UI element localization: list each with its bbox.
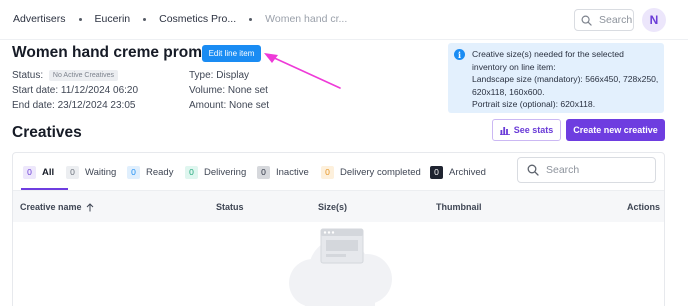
tab-all[interactable]: 0 All	[23, 166, 54, 179]
start-date-value: 11/12/2024 06:20	[60, 85, 139, 96]
amount-row: Amount: None set	[189, 100, 269, 111]
start-date-row: Start date: 11/12/2024 06:20	[12, 85, 138, 96]
end-date-label: End date:	[12, 100, 55, 111]
column-label: Creative name	[20, 202, 82, 212]
tab-label: Archived	[449, 167, 486, 178]
tab-label: Ready	[146, 167, 174, 178]
info-text: Creative size(s) needed for the selected…	[472, 48, 660, 111]
tab-count: 0	[23, 166, 36, 179]
bar-chart-icon	[499, 127, 510, 135]
top-search-placeholder: Search	[599, 14, 633, 26]
breadcrumb-advertisers[interactable]: Advertisers	[13, 13, 66, 25]
top-bar: Advertisers Eucerin Cosmetics Pro... Wom…	[0, 0, 688, 40]
end-date-value: 23/12/2024 23:05	[57, 100, 136, 111]
annotation-arrow-icon	[264, 53, 341, 89]
tab-count: 0	[321, 166, 334, 179]
column-creative-name[interactable]: Creative name	[20, 202, 94, 212]
see-stats-label: See stats	[513, 125, 554, 135]
tab-label: Delivery completed	[340, 167, 421, 178]
tab-count: 0	[257, 166, 270, 179]
info-line: Landscape size (mandatory): 566x450, 728…	[472, 74, 659, 84]
tab-waiting[interactable]: 0 Waiting	[66, 166, 116, 179]
info-line: Creative size(s) needed for the selected	[472, 49, 624, 59]
breadcrumb-separator	[78, 17, 82, 21]
tab-delivery-completed[interactable]: 0 Delivery completed	[321, 166, 421, 179]
tab-archived[interactable]: 0 Archived	[430, 166, 486, 179]
breadcrumb-advertiser[interactable]: Eucerin	[95, 13, 131, 25]
tab-label: Inactive	[276, 167, 309, 178]
user-avatar[interactable]: N	[642, 8, 666, 32]
tab-count: 0	[66, 166, 79, 179]
tab-count: 0	[430, 166, 443, 179]
start-date-label: Start date:	[12, 85, 59, 96]
tab-label: Delivering	[204, 167, 247, 178]
creatives-search-placeholder: Search	[546, 164, 580, 176]
page-title: Women hand creme promo	[12, 44, 212, 61]
breadcrumb-separator	[143, 17, 147, 21]
top-search-input[interactable]: Search	[574, 9, 634, 31]
column-actions: Actions	[627, 202, 661, 212]
breadcrumb: Advertisers Eucerin Cosmetics Pro... Wom…	[13, 13, 347, 25]
breadcrumb-separator	[249, 17, 253, 21]
column-sizes: Size(s)	[318, 202, 348, 212]
tab-count: 0	[185, 166, 198, 179]
tab-label: Waiting	[85, 167, 117, 178]
end-date-row: End date: 23/12/2024 23:05	[12, 100, 135, 111]
status-row: Status: No Active Creatives	[12, 70, 119, 81]
tab-delivering[interactable]: 0 Delivering	[185, 166, 246, 179]
type-row: Type: Display	[189, 70, 249, 81]
sort-ascending-icon	[86, 202, 93, 211]
tab-inactive[interactable]: 0 Inactive	[257, 166, 309, 179]
info-line: Portrait size (optional): 620x118.	[472, 99, 596, 109]
see-stats-button[interactable]: See stats	[492, 119, 561, 141]
info-line: 620x118, 160x600.	[472, 86, 545, 97]
search-icon	[527, 164, 539, 176]
status-label: Status:	[12, 70, 44, 81]
tab-label: All	[42, 167, 55, 178]
amount-label: Amount:	[189, 100, 227, 111]
volume-value: None set	[227, 85, 268, 96]
tab-count: 0	[127, 166, 140, 179]
type-value: Display	[216, 70, 250, 81]
column-thumbnail: Thumbnail	[436, 202, 482, 212]
empty-state-illustration-icon	[289, 228, 392, 306]
amount-value: None set	[229, 100, 270, 111]
tab-ready[interactable]: 0 Ready	[127, 166, 173, 179]
volume-label: Volume:	[189, 85, 226, 96]
creatives-panel: 0 All 0 Waiting 0 Ready 0 Delivering 0 I…	[12, 152, 665, 306]
creatives-search-input[interactable]: Search	[517, 157, 656, 183]
volume-row: Volume: None set	[189, 85, 268, 96]
search-icon	[581, 15, 592, 26]
info-line: inventory on line item:	[472, 61, 556, 72]
edit-line-item-button[interactable]: Edit line item	[202, 45, 261, 62]
creatives-heading: Creatives	[12, 124, 82, 141]
type-label: Type:	[189, 70, 214, 81]
column-status: Status	[216, 202, 244, 212]
creative-size-info-box: i Creative size(s) needed for the select…	[448, 43, 664, 113]
info-icon: i	[454, 49, 465, 60]
breadcrumb-current: Women hand cr...	[265, 13, 348, 25]
breadcrumb-campaign[interactable]: Cosmetics Pro...	[159, 13, 236, 25]
status-badge: No Active Creatives	[48, 70, 119, 81]
create-new-creative-button[interactable]: Create new creative	[566, 119, 665, 141]
